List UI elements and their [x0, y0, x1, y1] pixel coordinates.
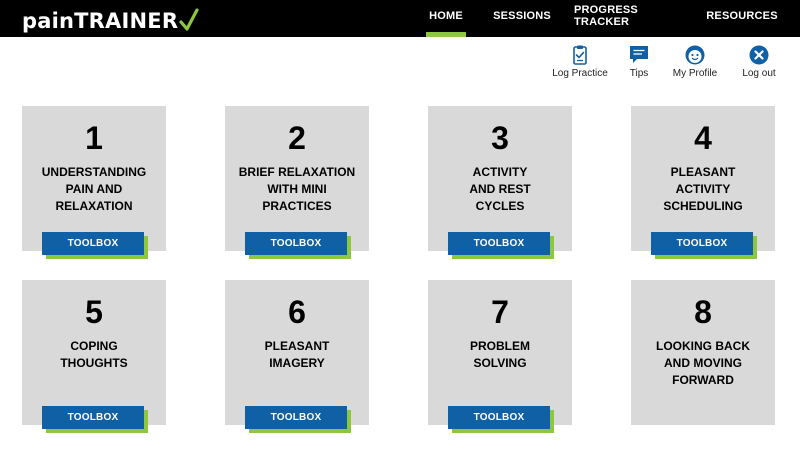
- session-number: 7: [491, 294, 509, 330]
- session-number: 3: [491, 120, 509, 156]
- session-title-line: COPING: [70, 339, 118, 353]
- toolbox-button[interactable]: TOOLBOX: [42, 232, 144, 255]
- nav-home[interactable]: HOME: [426, 0, 466, 37]
- toolbox-button[interactable]: TOOLBOX: [448, 232, 550, 255]
- clipboard-icon: [573, 45, 587, 65]
- checkmark-icon: [179, 8, 199, 31]
- session-number: 1: [85, 120, 103, 156]
- session-title: BRIEF RELAXATION WITH MINI PRACTICES: [233, 164, 361, 215]
- session-title-line: PROBLEM: [470, 339, 530, 353]
- session-title-line: THOUGHTS: [60, 356, 128, 370]
- nav-sessions[interactable]: SESSIONS: [492, 0, 552, 37]
- paintrainer-logo[interactable]: painTRAINER: [22, 5, 199, 33]
- session-title-line: AND MOVING: [664, 356, 742, 370]
- session-number: 8: [694, 294, 712, 330]
- session-number: 2: [288, 120, 306, 156]
- log-out-link[interactable]: Log out: [737, 44, 781, 79]
- session-card-8[interactable]: 8 LOOKING BACK AND MOVING FORWARD: [631, 280, 775, 425]
- close-circle-icon: [749, 45, 769, 65]
- nav-progress-tracker[interactable]: PROGRESS TRACKER: [574, 0, 684, 37]
- session-title-line: ACTIVITY: [472, 165, 528, 179]
- top-navigation-bar: painTRAINER HOME SESSIONS PROGRESS TRACK…: [0, 0, 800, 37]
- session-title-line: SOLVING: [473, 356, 527, 370]
- toolbox-button[interactable]: TOOLBOX: [245, 406, 347, 429]
- toolbox-button[interactable]: TOOLBOX: [651, 232, 753, 255]
- smiley-icon: [685, 45, 705, 65]
- session-title-line: PAIN AND: [65, 182, 123, 196]
- session-title: ACTIVITY AND REST CYCLES: [436, 164, 564, 215]
- session-title: UNDERSTANDING PAIN AND RELAXATION: [30, 164, 158, 215]
- session-card-6[interactable]: 6 PLEASANT IMAGERY TOOLBOX: [225, 280, 369, 429]
- session-title-line: PLEASANT: [264, 339, 330, 353]
- session-title-line: CYCLES: [475, 199, 525, 213]
- log-out-label: Log out: [742, 68, 776, 79]
- session-title-line: PLEASANT: [670, 165, 736, 179]
- toolbox-button[interactable]: TOOLBOX: [245, 232, 347, 255]
- session-number: 4: [694, 120, 712, 156]
- my-profile-label: My Profile: [672, 68, 718, 79]
- session-number: 5: [85, 294, 103, 330]
- session-title: LOOKING BACK AND MOVING FORWARD: [639, 338, 767, 389]
- session-card-4[interactable]: 4 PLEASANT ACTIVITY SCHEDULING TOOLBOX: [631, 106, 775, 255]
- session-title-line: AND REST: [469, 182, 531, 196]
- session-title: PLEASANT ACTIVITY SCHEDULING: [639, 164, 767, 215]
- log-practice-link[interactable]: Log Practice: [549, 44, 611, 79]
- tips-link[interactable]: Tips: [624, 44, 654, 79]
- session-title-line: SCHEDULING: [663, 199, 743, 213]
- session-title-line: ACTIVITY: [675, 182, 731, 196]
- chat-bubble-icon: [630, 46, 648, 63]
- session-title-line: RELAXATION: [55, 199, 133, 213]
- session-title-line: LOOKING BACK: [656, 339, 750, 353]
- session-number: 6: [288, 294, 306, 330]
- session-title-line: WITH MINI: [267, 182, 327, 196]
- toolbox-button[interactable]: TOOLBOX: [448, 406, 550, 429]
- nav-resources[interactable]: RESOURCES: [706, 0, 777, 37]
- session-title-line: BRIEF RELAXATION: [238, 165, 356, 179]
- session-title: PLEASANT IMAGERY: [233, 338, 361, 372]
- session-card-1[interactable]: 1 UNDERSTANDING PAIN AND RELAXATION TOOLBOX: [22, 106, 166, 255]
- my-profile-link[interactable]: My Profile: [670, 44, 720, 79]
- session-title-line: UNDERSTANDING: [41, 165, 147, 179]
- session-title: COPING THOUGHTS: [30, 338, 158, 372]
- logo-text: painTRAINER: [22, 9, 179, 33]
- session-card-2[interactable]: 2 BRIEF RELAXATION WITH MINI PRACTICES TOOLB…: [225, 106, 369, 255]
- log-practice-label: Log Practice: [552, 68, 608, 79]
- session-card-7[interactable]: 7 PROBLEM SOLVING TOOLBOX: [428, 280, 572, 429]
- tips-label: Tips: [629, 68, 649, 79]
- session-title-line: PRACTICES: [262, 199, 332, 213]
- session-card-5[interactable]: 5 COPING THOUGHTS TOOLBOX: [22, 280, 166, 429]
- session-title: PROBLEM SOLVING: [436, 338, 564, 372]
- session-card-3[interactable]: 3 ACTIVITY AND REST CYCLES TOOLBOX: [428, 106, 572, 255]
- toolbox-button[interactable]: TOOLBOX: [42, 406, 144, 429]
- session-title-line: FORWARD: [672, 373, 734, 387]
- session-title-line: IMAGERY: [269, 356, 325, 370]
